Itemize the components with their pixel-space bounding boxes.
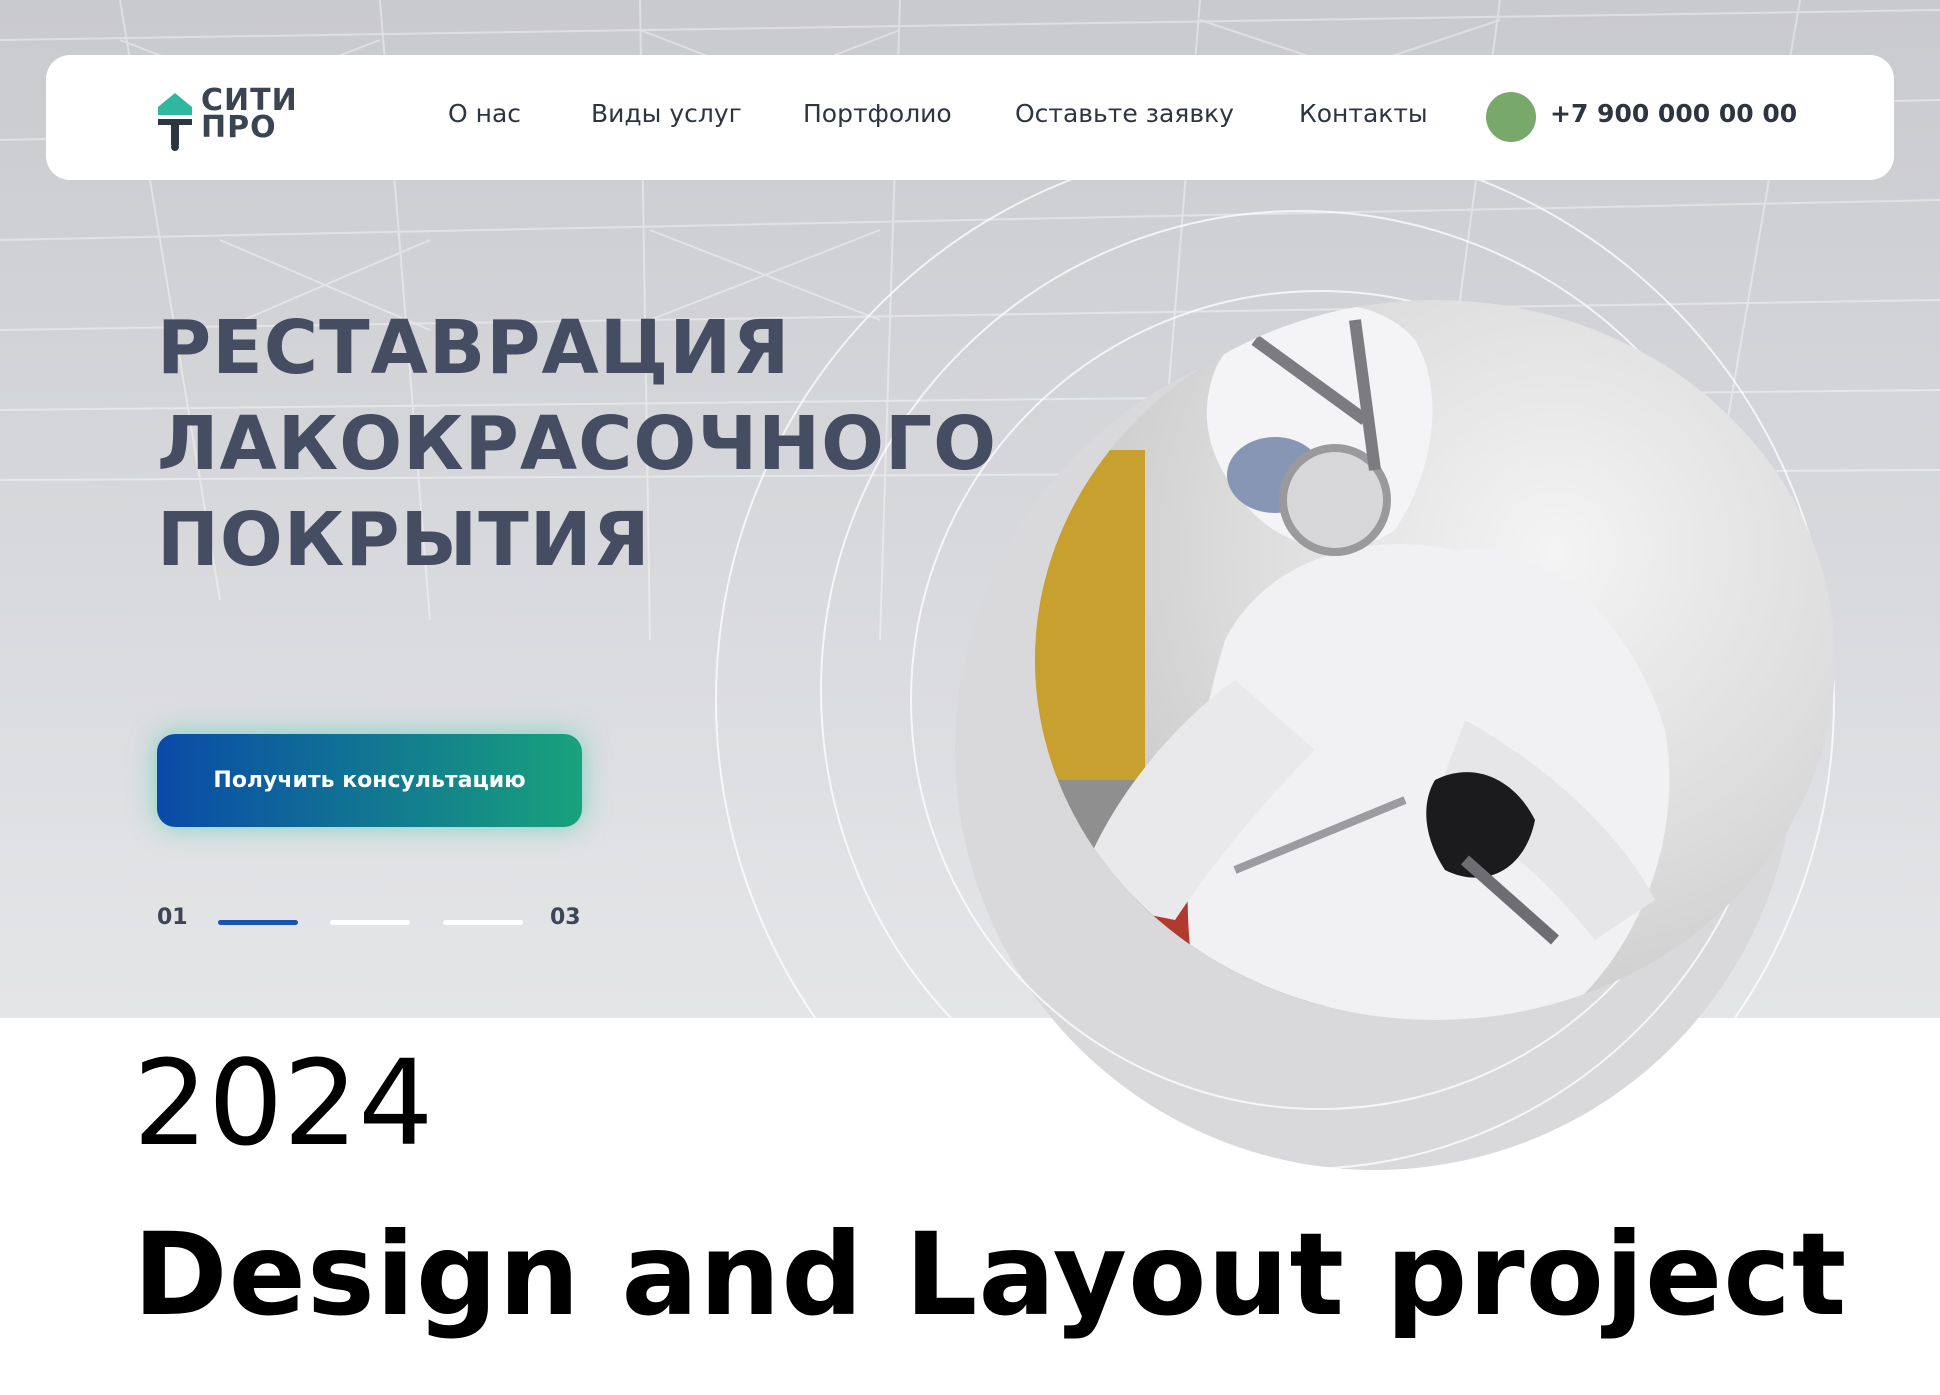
nav-services[interactable]: Виды услуг xyxy=(591,99,742,128)
logo-text: СИТИ ПРО xyxy=(201,86,298,145)
caption-year: 2024 xyxy=(133,1034,434,1172)
hero-photo-worker xyxy=(1035,300,1835,1020)
nav-request[interactable]: Оставьте заявку xyxy=(1015,99,1234,128)
slider-dot-2[interactable] xyxy=(330,920,410,925)
caption-title: Design and Layout project xyxy=(133,1208,1848,1341)
logo-house-icon xyxy=(158,93,192,151)
hero-title-line-1: РЕСТАВРАЦИЯ xyxy=(157,305,791,391)
slider-last-number: 03 xyxy=(550,905,581,930)
slider-dot-3[interactable] xyxy=(443,920,523,925)
site-header: СИТИ ПРО О нас Виды услуг Портфолио Оста… xyxy=(46,55,1894,180)
nav-about[interactable]: О нас xyxy=(448,99,521,128)
hero-title-line-3: ПОКРЫТИЯ xyxy=(157,497,651,583)
nav-contacts[interactable]: Контакты xyxy=(1299,99,1428,128)
hero-title-line-2: ЛАКОКРАСОЧНОГО xyxy=(157,401,998,487)
phone-status-dot xyxy=(1486,92,1536,142)
logo[interactable]: СИТИ ПРО xyxy=(156,86,356,157)
get-consultation-button[interactable]: Получить консультацию xyxy=(157,734,582,827)
phone-number-link[interactable]: +7 900 000 00 00 xyxy=(1550,99,1797,128)
slider-first-number: 01 xyxy=(157,905,188,930)
logo-line-2: ПРО xyxy=(201,110,277,145)
worker-illustration xyxy=(1035,304,1670,1020)
hero-title: РЕСТАВРАЦИЯ ЛАКОКРАСОЧНОГО ПОКРЫТИЯ xyxy=(157,300,997,588)
slider-dot-1[interactable] xyxy=(218,920,298,925)
nav-portfolio[interactable]: Портфолио xyxy=(803,99,952,128)
